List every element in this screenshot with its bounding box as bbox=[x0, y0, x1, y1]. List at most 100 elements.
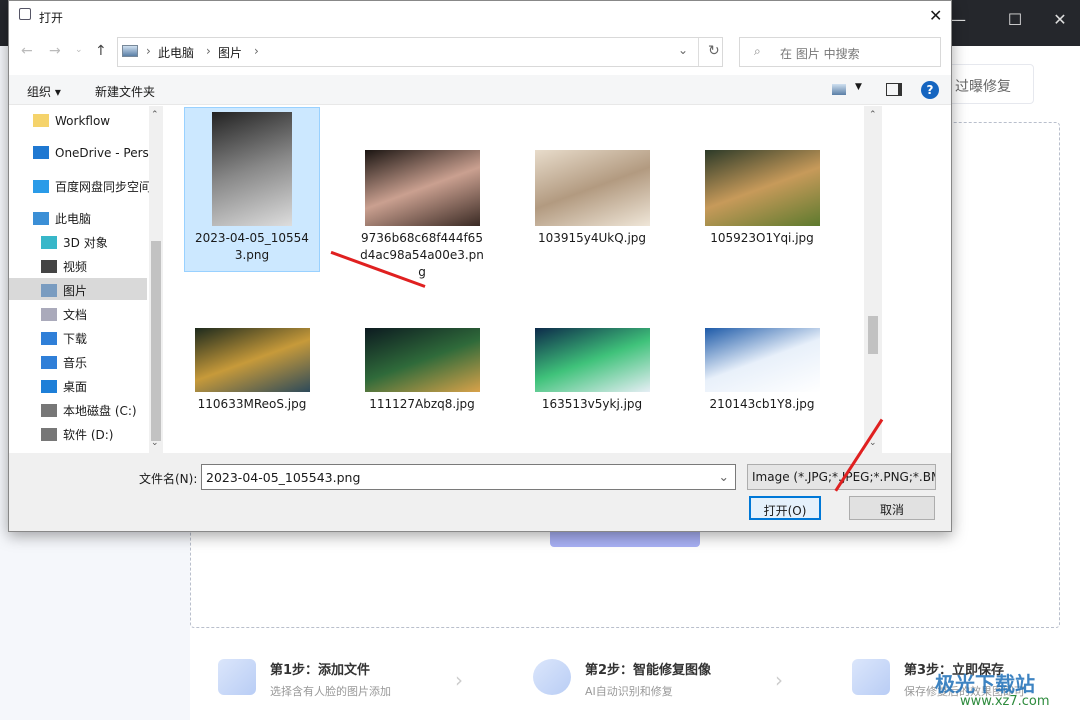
maximize-icon[interactable]: ☐ bbox=[1000, 10, 1030, 29]
nav-item-label: 本地磁盘 (C:) bbox=[63, 404, 137, 418]
file-item[interactable]: 105923O1Yqi.jpg bbox=[694, 146, 830, 247]
nav-item-label: 软件 (D:) bbox=[63, 428, 114, 442]
open-file-dialog: 打开 ✕ ← → ⌄ ↑ › 此电脑 › 图片 › ⌄ ↻ ⌕ 在 图片 中搜索… bbox=[8, 0, 952, 532]
breadcrumb-pictures[interactable]: 图片 bbox=[218, 44, 242, 61]
file-thumbnail bbox=[194, 328, 310, 392]
nav-item[interactable]: 音乐 bbox=[9, 350, 149, 372]
file-list: 2023-04-05_105543.png 9736b68c68f444f65d4… bbox=[166, 106, 866, 453]
preview-pane-icon[interactable] bbox=[886, 83, 902, 96]
recent-dropdown-icon[interactable]: ⌄ bbox=[75, 45, 83, 55]
file-thumbnail bbox=[212, 112, 292, 226]
cube-icon bbox=[41, 236, 57, 249]
file-item[interactable]: 103915y4UkQ.jpg bbox=[524, 146, 660, 247]
nav-item[interactable]: 本地磁盘 (C:) bbox=[9, 398, 149, 420]
nav-item-label: 图片 bbox=[63, 284, 88, 298]
gear-icon bbox=[533, 659, 571, 695]
music-icon bbox=[41, 356, 57, 369]
cancel-button[interactable]: 取消 bbox=[849, 496, 935, 520]
file-item[interactable]: 210143cb1Y8.jpg bbox=[694, 324, 830, 413]
file-item[interactable]: 110633MReoS.jpg bbox=[184, 324, 320, 413]
new-folder-button[interactable]: 新建文件夹 bbox=[95, 83, 155, 100]
nav-item[interactable]: 下载 bbox=[9, 326, 149, 348]
search-input[interactable]: ⌕ 在 图片 中搜索 bbox=[739, 37, 941, 67]
nav-item-label: 桌面 bbox=[63, 380, 88, 394]
close-icon[interactable]: ✕ bbox=[1045, 10, 1075, 29]
nav-scrollbar[interactable]: ⌃ ⌄ bbox=[149, 106, 163, 453]
filename-input[interactable]: 2023-04-05_105543.png ⌄ bbox=[201, 464, 736, 490]
nav-item-label: 百度网盘同步空间 bbox=[55, 180, 152, 194]
nav-item[interactable]: 百度网盘同步空间 bbox=[9, 174, 152, 196]
add-image-icon bbox=[218, 659, 256, 695]
file-thumbnail bbox=[364, 328, 480, 392]
search-icon: ⌕ bbox=[754, 44, 761, 58]
file-name: 2023-04-05_105543.png bbox=[195, 231, 309, 262]
app-icon bbox=[19, 8, 31, 20]
file-name: 9736b68c68f444f65d4ac98a54a00e3.png bbox=[360, 231, 484, 279]
file-item[interactable]: 111127Abzq8.jpg bbox=[354, 324, 490, 413]
file-name: 210143cb1Y8.jpg bbox=[709, 397, 815, 411]
video-icon bbox=[41, 260, 57, 273]
file-thumbnail bbox=[704, 150, 820, 226]
download-icon bbox=[41, 332, 57, 345]
pictures-icon bbox=[122, 45, 138, 57]
nav-item[interactable]: 3D 对象 bbox=[9, 230, 149, 252]
forward-icon[interactable]: → bbox=[49, 43, 61, 59]
refresh-icon[interactable]: ↻ bbox=[708, 43, 720, 59]
chevron-down-icon[interactable]: ⌄ bbox=[719, 469, 729, 484]
close-icon[interactable]: ✕ bbox=[929, 6, 942, 25]
file-item[interactable]: 9736b68c68f444f65d4ac98a54a00e3.png bbox=[354, 146, 490, 281]
nav-item[interactable]: 文档 bbox=[9, 302, 149, 324]
nav-item-label: 视频 bbox=[63, 260, 88, 274]
nav-item-label: 文档 bbox=[63, 308, 88, 322]
open-button[interactable]: 打开(O) bbox=[749, 496, 821, 520]
file-list-scrollbar[interactable]: ⌃ ⌄ bbox=[864, 106, 882, 453]
view-icon[interactable] bbox=[832, 84, 846, 95]
nav-item-label: Workflow bbox=[55, 114, 111, 128]
drive-icon bbox=[41, 428, 57, 441]
nav-item[interactable]: 软件 (D:) bbox=[9, 422, 149, 444]
toolbar: 组织 ▾ 新建文件夹 ▼ ? bbox=[9, 75, 951, 105]
save-image-icon bbox=[852, 659, 890, 695]
filename-label: 文件名(N): bbox=[139, 472, 198, 486]
nav-item-label: 3D 对象 bbox=[63, 236, 108, 250]
file-thumbnail bbox=[364, 150, 480, 226]
desktop-icon bbox=[41, 380, 57, 393]
document-icon bbox=[41, 308, 57, 321]
dialog-title-bar: 打开 ✕ bbox=[9, 1, 951, 33]
back-icon[interactable]: ← bbox=[21, 43, 33, 59]
nav-item[interactable]: OneDrive - Personal bbox=[9, 142, 163, 164]
file-name: 111127Abzq8.jpg bbox=[369, 397, 475, 411]
nav-item[interactable]: 此电脑 bbox=[9, 206, 149, 228]
breadcrumb-this-pc[interactable]: 此电脑 bbox=[158, 44, 194, 61]
nav-item[interactable]: 图片 bbox=[9, 278, 147, 300]
nav-item[interactable]: 桌面 bbox=[9, 374, 149, 396]
watermark-logo: 极光下载站 bbox=[935, 672, 1035, 696]
watermark-url: www.xz7.com bbox=[960, 694, 1050, 709]
file-thumbnail bbox=[704, 328, 820, 392]
nav-item[interactable]: 视频 bbox=[9, 254, 149, 276]
file-item[interactable]: 2023-04-05_105543.png bbox=[184, 107, 320, 272]
view-dropdown-icon[interactable]: ▼ bbox=[855, 82, 862, 92]
chevron-down-icon[interactable]: ⌄ bbox=[678, 43, 688, 57]
nav-item-label: OneDrive - Personal bbox=[55, 146, 163, 160]
file-thumbnail bbox=[534, 328, 650, 392]
chevron-right-icon: › bbox=[775, 668, 783, 692]
drive-icon bbox=[41, 404, 57, 417]
dialog-title: 打开 bbox=[39, 11, 64, 25]
organize-menu[interactable]: 组织 ▾ bbox=[27, 83, 61, 100]
cloud-icon bbox=[33, 146, 49, 159]
file-item[interactable]: 163513v5ykj.jpg bbox=[524, 324, 660, 413]
nav-item[interactable]: Workflow bbox=[9, 110, 149, 132]
computer-icon bbox=[33, 212, 49, 225]
file-name: 103915y4UkQ.jpg bbox=[537, 231, 647, 245]
help-icon[interactable]: ? bbox=[921, 81, 939, 99]
file-name: 163513v5ykj.jpg bbox=[541, 397, 643, 411]
baidu-disk-icon bbox=[33, 180, 49, 193]
nav-item-label: 此电脑 bbox=[55, 212, 92, 226]
nav-item-label: 下载 bbox=[63, 332, 88, 346]
file-name: 105923O1Yqi.jpg bbox=[710, 231, 814, 245]
up-icon[interactable]: ↑ bbox=[95, 43, 107, 59]
address-bar[interactable]: › 此电脑 › 图片 › ⌄ ↻ bbox=[117, 37, 723, 67]
file-name: 110633MReoS.jpg bbox=[197, 397, 307, 411]
pictures-icon bbox=[41, 284, 57, 297]
